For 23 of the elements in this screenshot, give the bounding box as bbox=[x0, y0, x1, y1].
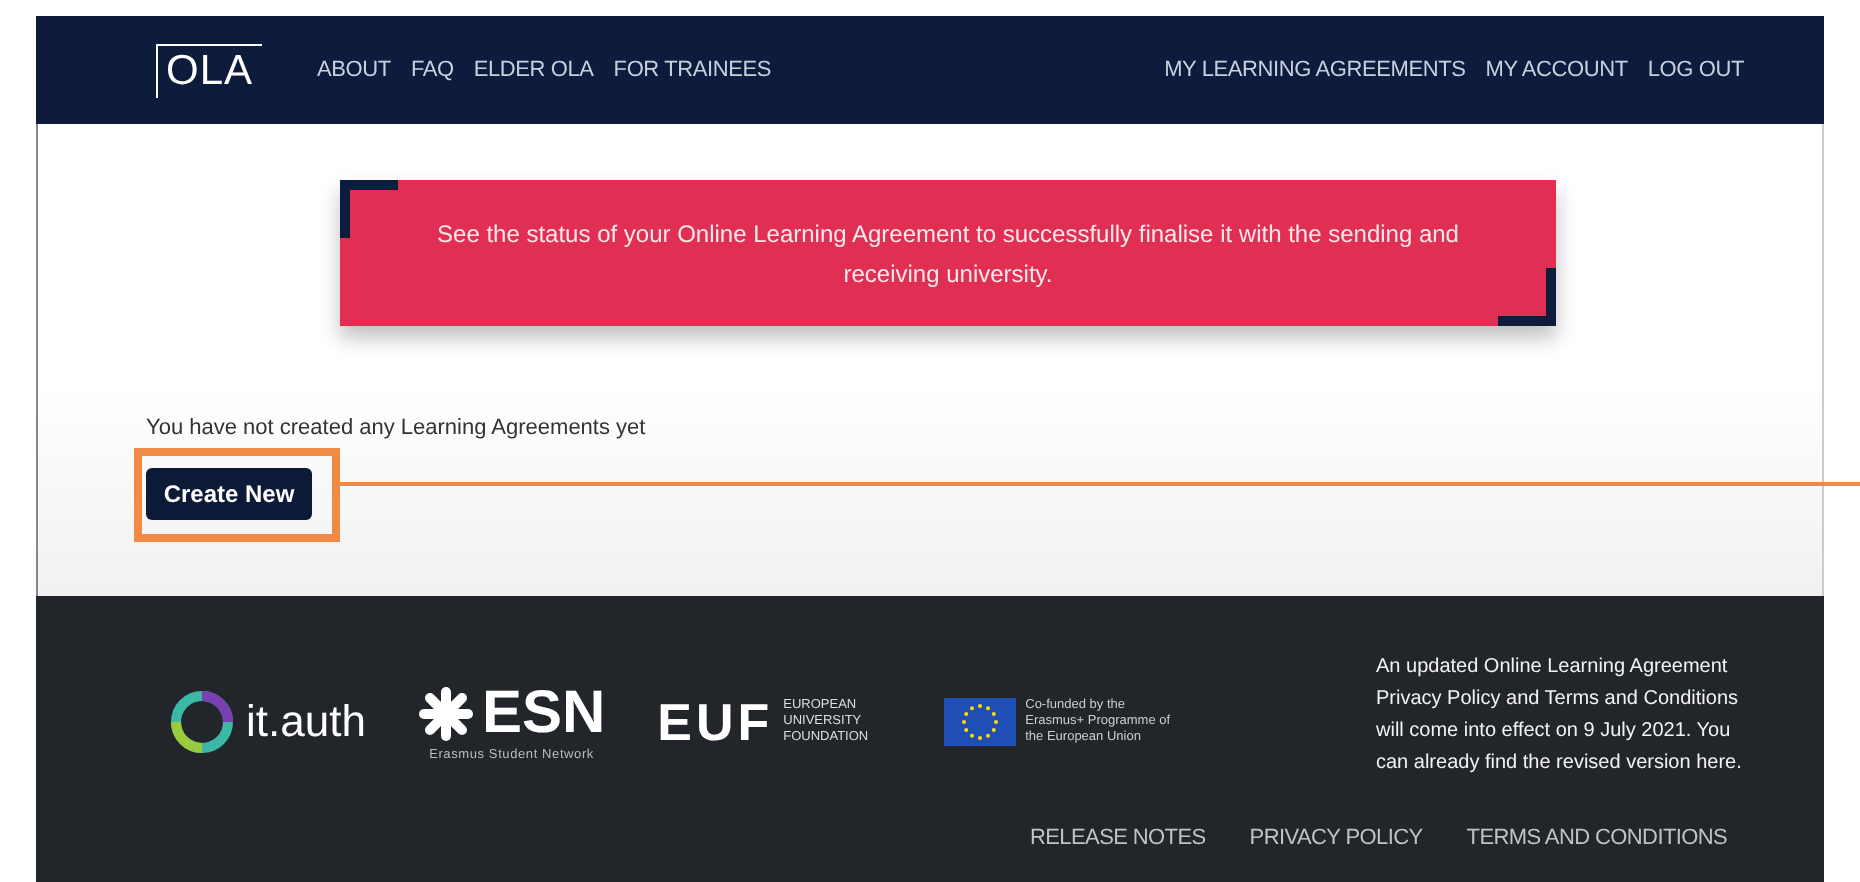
corner-bracket bbox=[1498, 268, 1556, 326]
logo-text: EUF bbox=[657, 691, 774, 753]
nav-link[interactable]: ELDER OLA bbox=[473, 58, 594, 82]
banner-text: See the status of your Online Learning Agreement to successfully finalise it with the sending and receiving university. bbox=[435, 217, 1461, 291]
footer-link[interactable]: PRIVACY POLICY bbox=[1249, 826, 1423, 850]
nav-link[interactable]: MY LEARNING AGREEMENTS bbox=[1164, 58, 1466, 82]
nav-link[interactable]: FAQ bbox=[410, 58, 454, 82]
create-new-button[interactable]: Create New bbox=[146, 468, 312, 520]
flag-icon bbox=[943, 698, 1016, 746]
privacy-notice: An updated Online Learning Agreement Privacy Policy and Terms and Conditions will come into effect on 9 July 2021. You can already find the revised version here. bbox=[1376, 654, 1744, 778]
empty-message: You have not created any Learning Agreements yet bbox=[146, 416, 648, 440]
ring-icon bbox=[168, 688, 236, 756]
logo-text: ESN bbox=[481, 683, 606, 743]
footer-link[interactable]: RELEASE NOTES bbox=[1030, 826, 1206, 850]
nav-link[interactable]: MY ACCOUNT bbox=[1485, 58, 1628, 82]
ola-logo[interactable]: OLA bbox=[156, 43, 262, 97]
nav-link[interactable]: LOG OUT bbox=[1647, 58, 1744, 82]
corner-bracket bbox=[340, 180, 398, 238]
nav-link[interactable]: ABOUT bbox=[317, 58, 391, 82]
footer-link[interactable]: TERMS AND CONDITIONS bbox=[1466, 826, 1728, 850]
star-icon bbox=[417, 685, 474, 741]
nav-link[interactable]: FOR TRAINEES bbox=[613, 58, 771, 82]
logo-text: it.auth bbox=[246, 696, 366, 748]
